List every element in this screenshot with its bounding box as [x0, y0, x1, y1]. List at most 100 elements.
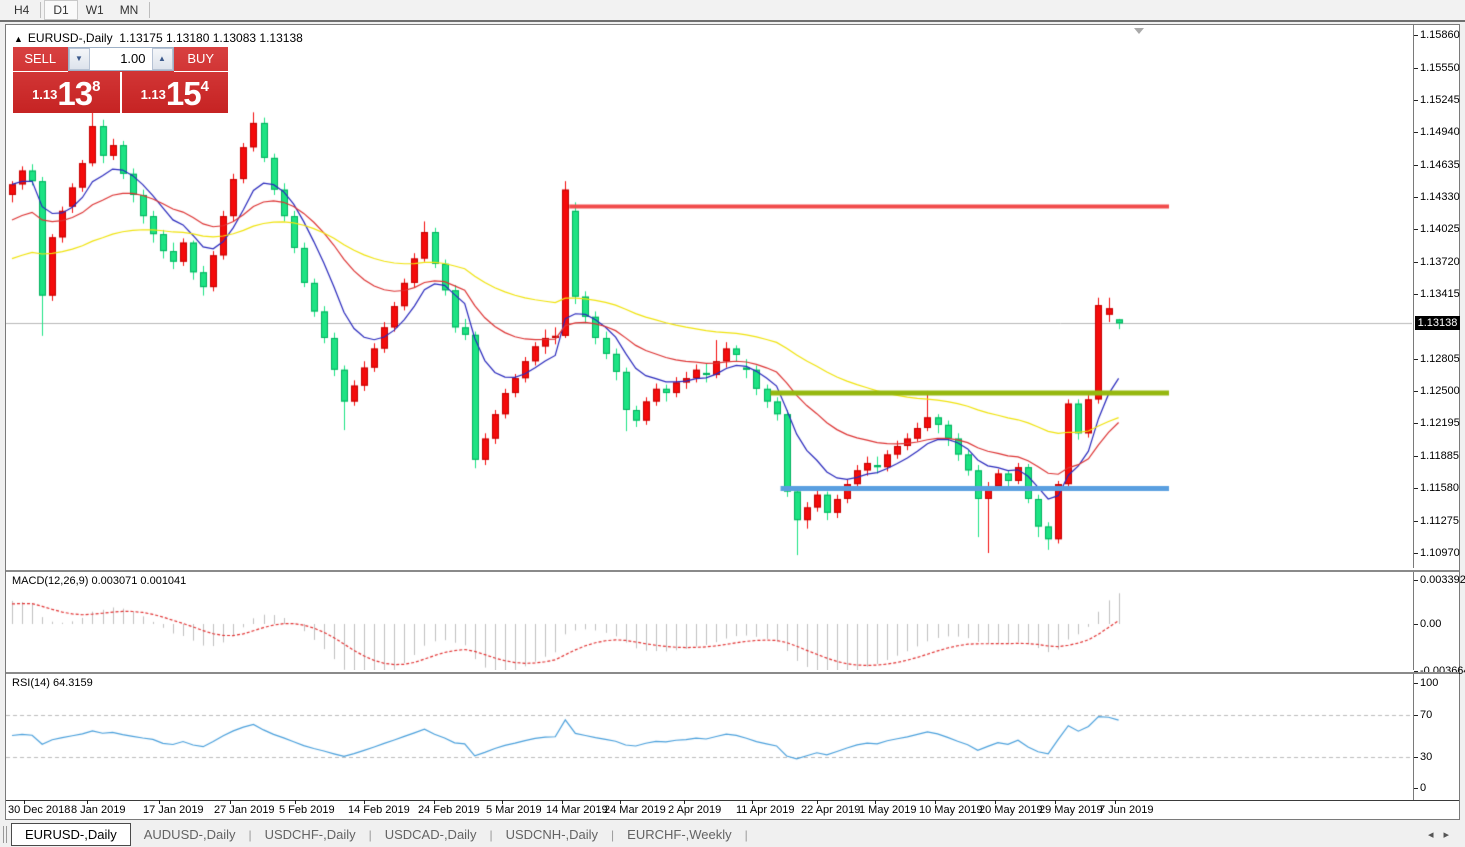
price-axis-tick — [1414, 68, 1418, 69]
one-click-toggle-icon[interactable]: ▲ — [14, 34, 23, 44]
price-axis-tick — [1414, 165, 1418, 166]
date-axis-label: 17 Jan 2019 — [143, 804, 204, 816]
price-axis-tick — [1414, 262, 1418, 263]
price-axis-label: 1.13415 — [1420, 288, 1460, 300]
date-axis-label: 20 May 2019 — [979, 804, 1043, 816]
tab-scroll-left-icon[interactable]: ◂ — [1428, 829, 1444, 841]
rsi-axis-tick — [1414, 788, 1418, 789]
rsi-pane: RSI(14) 64.3159 100 70 30 0 — [6, 672, 1459, 800]
date-axis-label: 5 Feb 2019 — [279, 804, 335, 816]
price-axis-label: 1.11580 — [1420, 482, 1459, 494]
date-axis-label: 24 Mar 2019 — [604, 804, 666, 816]
date-axis-label: 11 Apr 2019 — [736, 804, 795, 816]
macd-axis-tick — [1414, 624, 1418, 625]
chart-shift-marker-icon[interactable] — [1134, 28, 1144, 34]
timeframe-button-d1[interactable]: D1 — [44, 0, 77, 20]
price-axis-label: 1.13720 — [1420, 256, 1460, 268]
chart-symbol-label: EURUSD-,Daily — [28, 31, 113, 45]
price-axis-tick — [1414, 521, 1418, 522]
macd-axis-tick — [1414, 580, 1418, 581]
tab-usdcnh-daily[interactable]: USDCNH-,Daily — [493, 824, 611, 845]
date-axis-label: 14 Mar 2019 — [546, 804, 608, 816]
date-axis-label: 27 Jan 2019 — [214, 804, 275, 816]
timeframe-button-h4[interactable]: H4 — [6, 1, 37, 19]
sell-price-big: 13 — [57, 75, 92, 112]
price-axis-label: 1.15860 — [1420, 29, 1460, 41]
tab-usdchf-daily[interactable]: USDCHF-,Daily — [252, 824, 369, 845]
rsi-axis: 100 70 30 0 — [1413, 674, 1459, 800]
sell-price-display[interactable]: 1.13138 — [13, 72, 122, 113]
date-axis-label: 14 Feb 2019 — [348, 804, 410, 816]
macd-pane: MACD(12,26,9) 0.003071 0.001041 0.003392… — [6, 570, 1459, 670]
date-axis-label: 24 Feb 2019 — [418, 804, 480, 816]
one-click-trading-panel: SELL ▼ 1.00 ▲ BUY 1.13138 1.13154 — [13, 47, 228, 113]
rsi-axis-label: 100 — [1420, 677, 1438, 689]
date-axis-label: 10 May 2019 — [919, 804, 983, 816]
tab-scroll-right-icon[interactable]: ▸ — [1443, 829, 1459, 841]
date-axis-label: 30 Dec 2018 — [8, 804, 70, 816]
volume-spinner: ▼ 1.00 ▲ — [68, 47, 174, 71]
macd-axis-label: 0.00 — [1420, 618, 1441, 630]
timeframe-toolbar: H4 D1W1MN — [0, 0, 1465, 22]
date-axis-label: 7 Jun 2019 — [1099, 804, 1153, 816]
date-axis-label: 22 Apr 2019 — [801, 804, 860, 816]
sell-button[interactable]: SELL — [13, 47, 68, 72]
tab-usdcad-daily[interactable]: USDCAD-,Daily — [372, 824, 490, 845]
chart-title: ▲ EURUSD-,Daily 1.13175 1.13180 1.13083 1… — [14, 31, 303, 45]
tab-separator: | — [745, 828, 748, 842]
buy-price-prefix: 1.13 — [141, 87, 166, 102]
chart-tab-bar: EURUSD-,DailyAUDUSD-,Daily | USDCHF-,Daily… — [0, 822, 1465, 847]
rsi-axis-label: 0 — [1420, 782, 1426, 794]
price-axis-label: 1.10970 — [1420, 547, 1460, 559]
sell-price-prefix: 1.13 — [32, 87, 57, 102]
toolbar-separator — [149, 2, 150, 18]
macd-axis-label: 0.003392 — [1420, 574, 1465, 586]
tabbar-grip-icon[interactable] — [3, 826, 7, 843]
price-axis-tick — [1414, 197, 1418, 198]
price-axis-tick — [1414, 553, 1418, 554]
timeframe-button-w1[interactable]: W1 — [78, 1, 112, 19]
macd-label: MACD(12,26,9) 0.003071 0.001041 — [12, 575, 186, 587]
timeframe-button-mn[interactable]: MN — [112, 1, 147, 19]
volume-decrease-icon[interactable]: ▼ — [69, 48, 90, 70]
price-axis-tick — [1414, 294, 1418, 295]
tab-eurusd-daily[interactable]: EURUSD-,Daily — [11, 823, 131, 846]
buy-price-sup: 4 — [201, 78, 209, 95]
tab-eurchf-weekly[interactable]: EURCHF-,Weekly — [614, 824, 745, 845]
rsi-label: RSI(14) 64.3159 — [12, 677, 93, 689]
price-axis: 1.15860 1.15550 1.15245 1.14940 1.14635 … — [1413, 25, 1459, 568]
tab-audusd-daily[interactable]: AUDUSD-,Daily — [131, 824, 249, 845]
price-axis-label: 1.12500 — [1420, 385, 1460, 397]
price-axis-label: 1.14940 — [1420, 126, 1460, 138]
price-axis-tick — [1414, 229, 1418, 230]
price-axis-tick — [1414, 359, 1418, 360]
rsi-axis-tick — [1414, 757, 1418, 758]
buy-button[interactable]: BUY — [174, 47, 229, 72]
price-axis-tick — [1414, 488, 1418, 489]
sell-price-sup: 8 — [92, 78, 100, 95]
price-axis-tick — [1414, 132, 1418, 133]
rsi-axis-label: 70 — [1420, 709, 1432, 721]
date-axis: 30 Dec 2018 8 Jan 2019 17 Jan 2019 27 Ja… — [6, 800, 1459, 819]
rsi-canvas[interactable] — [6, 674, 1412, 800]
date-axis-label: 8 Jan 2019 — [71, 804, 125, 816]
price-axis-label: 1.15245 — [1420, 94, 1460, 106]
rsi-axis-tick — [1414, 715, 1418, 716]
price-axis-label: 1.12805 — [1420, 353, 1460, 365]
date-axis-label: 1 May 2019 — [859, 804, 916, 816]
volume-input[interactable]: 1.00 — [90, 48, 152, 70]
ohlc-values: 1.13175 1.13180 1.13083 1.13138 — [119, 31, 303, 45]
toolbar-separator — [40, 2, 41, 18]
chart-window: ▲ EURUSD-,Daily 1.13175 1.13180 1.13083 1… — [5, 24, 1460, 820]
price-axis-label: 1.14025 — [1420, 223, 1460, 235]
buy-price-big: 15 — [166, 75, 201, 112]
macd-canvas[interactable] — [6, 572, 1412, 670]
date-axis-label: 2 Apr 2019 — [668, 804, 721, 816]
price-axis-tick — [1414, 456, 1418, 457]
rsi-axis-label: 30 — [1420, 751, 1432, 763]
price-axis-tick — [1414, 35, 1418, 36]
price-axis-label: 1.15550 — [1420, 62, 1460, 74]
buy-price-display[interactable]: 1.13154 — [122, 72, 229, 113]
date-axis-label: 29 May 2019 — [1039, 804, 1103, 816]
volume-increase-icon[interactable]: ▲ — [152, 48, 173, 70]
